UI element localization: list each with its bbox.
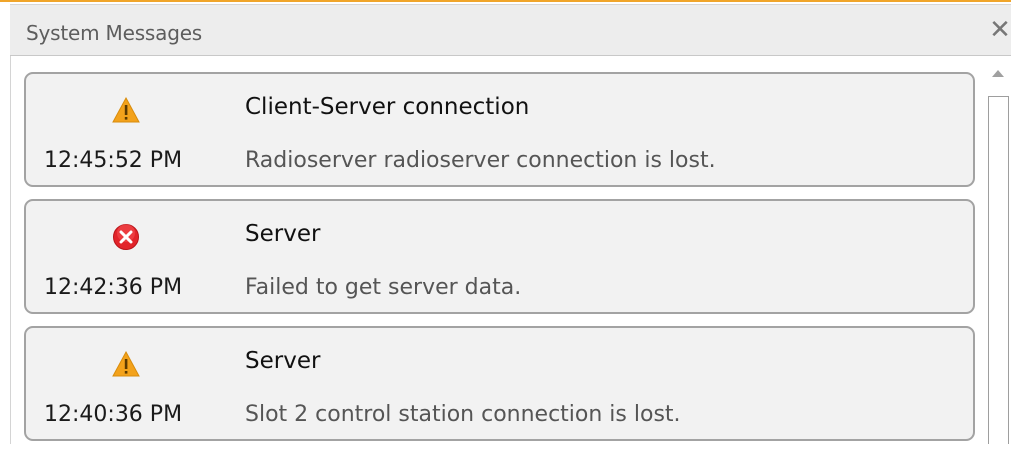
warning-icon	[112, 350, 140, 377]
message-list: Client-Server connection 12:45:52 PM Rad…	[24, 72, 976, 453]
message-title: Client-Server connection	[245, 94, 530, 120]
vertical-scrollbar[interactable]	[986, 62, 1011, 444]
scroll-up-arrow-icon[interactable]	[992, 70, 1004, 77]
message-text: Slot 2 control station connection is los…	[245, 402, 681, 427]
panel-left-border	[10, 56, 11, 444]
message-title: Server	[245, 348, 321, 374]
message-title: Server	[245, 221, 321, 247]
panel-title: System Messages	[26, 21, 203, 45]
warning-icon	[112, 96, 140, 123]
accent-line	[0, 0, 1011, 2]
error-icon	[113, 224, 139, 250]
scrollbar-thumb[interactable]	[988, 96, 1009, 444]
message-time: 12:45:52 PM	[44, 148, 183, 173]
message-card[interactable]: Server 12:42:36 PM Failed to get server …	[24, 199, 975, 314]
close-icon[interactable]: ✕	[989, 17, 1011, 43]
message-text: Radioserver radioserver connection is lo…	[245, 148, 716, 173]
system-messages-window: System Messages ✕ Client-Server connecti…	[0, 0, 1011, 444]
message-card[interactable]: Server 12:40:36 PM Slot 2 control statio…	[24, 326, 975, 441]
message-time: 12:40:36 PM	[44, 402, 183, 427]
panel-titlebar: System Messages ✕	[10, 4, 1011, 56]
message-time: 12:42:36 PM	[44, 275, 183, 300]
message-text: Failed to get server data.	[245, 275, 522, 300]
message-card[interactable]: Client-Server connection 12:45:52 PM Rad…	[24, 72, 975, 187]
